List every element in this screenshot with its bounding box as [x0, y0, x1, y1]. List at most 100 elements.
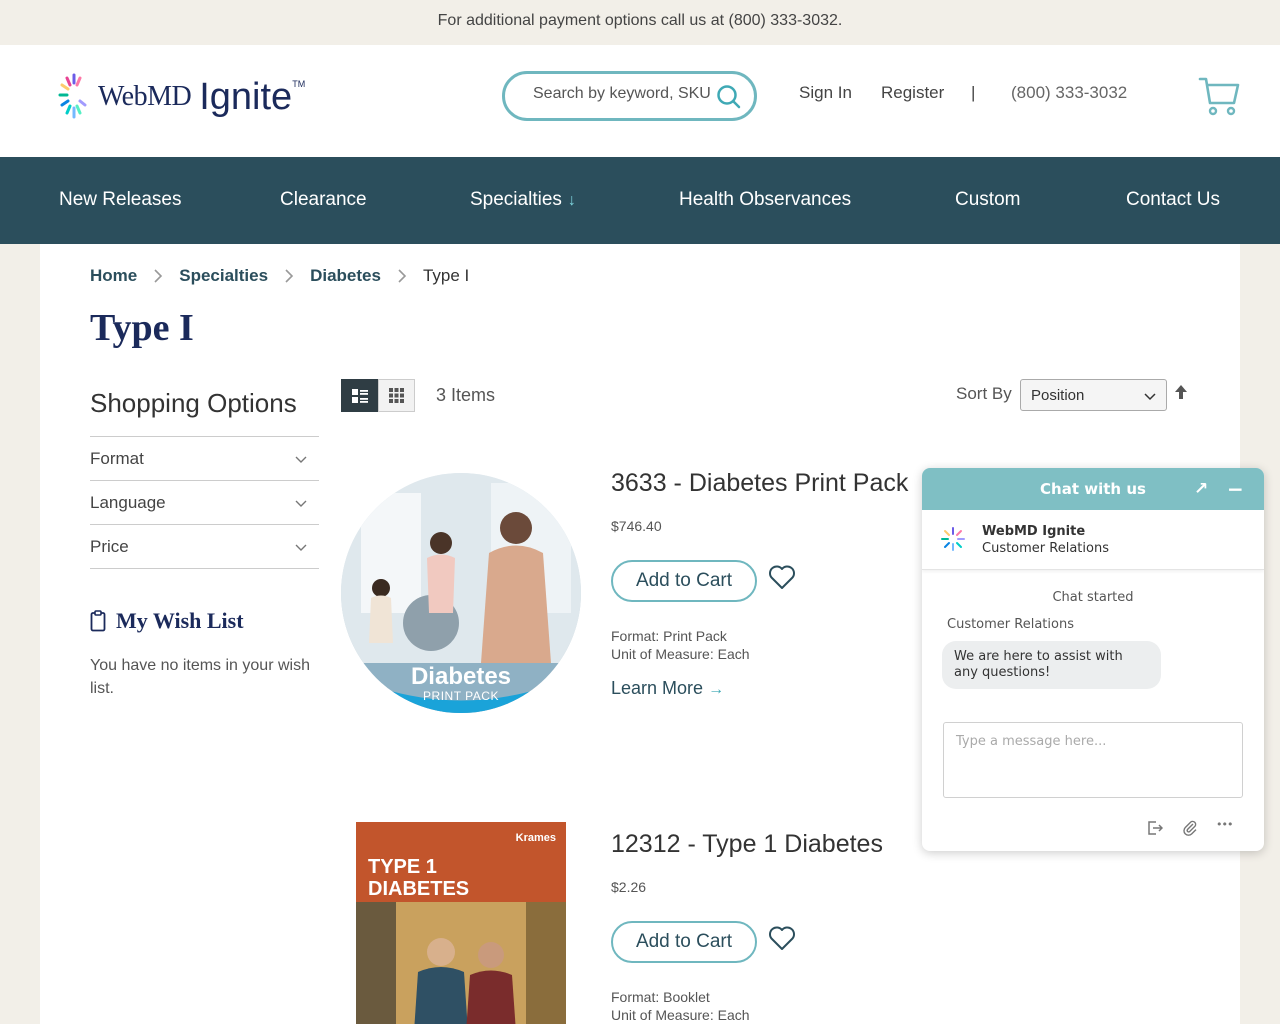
- product-title[interactable]: 3633 - Diabetes Print Pack: [611, 469, 908, 498]
- breadcrumb-home[interactable]: Home: [90, 266, 137, 286]
- cart-icon[interactable]: [1198, 75, 1240, 117]
- main-navigation: New Releases Clearance Specialties ↓ Heal…: [0, 157, 1280, 244]
- chevron-right-icon: [154, 269, 163, 283]
- webmd-ignite-logo[interactable]: WebMD Ignite TM: [58, 71, 305, 123]
- attachment-icon[interactable]: [1182, 820, 1198, 836]
- grid-view-button[interactable]: [378, 379, 415, 412]
- header-divider: |: [971, 83, 976, 102]
- nav-new-releases[interactable]: New Releases: [59, 189, 182, 211]
- search-input[interactable]: [533, 85, 719, 103]
- chat-agent-info: WebMD Ignite Customer Relations: [922, 510, 1264, 570]
- product-image-type-1-diabetes[interactable]: Krames TYPE 1 DIABETES: [356, 822, 566, 1024]
- filter-price[interactable]: Price: [90, 525, 319, 569]
- product-image-diabetes-print-pack[interactable]: Diabetes PRINT PACK: [341, 473, 581, 713]
- header-phone-link[interactable]: (800) 333-3032: [1011, 83, 1127, 103]
- list-view-button[interactable]: [341, 379, 378, 412]
- shopping-options-title: Shopping Options: [90, 388, 297, 418]
- product-format: Format: Booklet: [611, 989, 710, 1005]
- sort-select-value: Position: [1031, 387, 1085, 404]
- nav-specialties[interactable]: Specialties ↓: [470, 189, 576, 211]
- product-format: Format: Print Pack: [611, 628, 727, 644]
- chat-message-input[interactable]: [943, 722, 1243, 798]
- wishlist-empty-text: You have no items in your wish list.: [90, 657, 310, 697]
- expand-icon[interactable]: ↗: [1194, 468, 1208, 510]
- image-cover-title-line1: TYPE 1: [368, 856, 437, 878]
- agent-name: WebMD Ignite: [982, 524, 1086, 539]
- wishlist-title: My Wish List: [90, 608, 244, 634]
- arrow-right-icon: →: [708, 681, 725, 698]
- nav-custom[interactable]: Custom: [955, 189, 1020, 211]
- page-title: Type I: [90, 307, 194, 349]
- breadcrumb-specialties[interactable]: Specialties: [179, 266, 268, 286]
- chevron-down-icon: [295, 456, 307, 463]
- learn-more-link[interactable]: Learn More →: [611, 678, 724, 699]
- search-box: [502, 71, 757, 121]
- sign-in-link[interactable]: Sign In: [799, 83, 852, 103]
- product-price: $746.40: [611, 518, 662, 534]
- list-view-icon: [351, 388, 368, 403]
- arrow-up-icon[interactable]: [1174, 384, 1188, 400]
- product-meta: Format: Print Pack Unit of Measure: Each: [611, 627, 750, 663]
- filter-label: Price: [90, 536, 129, 556]
- nav-contact-us[interactable]: Contact Us: [1126, 189, 1220, 211]
- sort-by-label: Sort By: [956, 384, 1012, 403]
- product-title[interactable]: 12312 - Type 1 Diabetes: [611, 830, 883, 859]
- agent-avatar-icon: [941, 527, 965, 551]
- end-chat-icon[interactable]: [1147, 820, 1163, 836]
- register-link[interactable]: Register: [881, 83, 944, 103]
- filter-format[interactable]: Format: [90, 437, 319, 481]
- logo-ignite-text: Ignite: [199, 75, 293, 118]
- logo-tm: TM: [292, 79, 306, 89]
- learn-more-label: Learn More: [611, 678, 704, 698]
- agent-role: Customer Relations: [982, 541, 1109, 556]
- filter-language[interactable]: Language: [90, 481, 319, 525]
- heart-icon[interactable]: [768, 564, 796, 590]
- minimize-icon[interactable]: −: [1227, 468, 1244, 510]
- announcement-bar: For additional payment options call us a…: [0, 0, 1280, 45]
- site-header: WebMD Ignite TM Sign In Register | (800)…: [0, 45, 1280, 157]
- logo-webmd-text: WebMD: [98, 81, 192, 112]
- product-unit: Unit of Measure: Each: [611, 646, 750, 662]
- chat-widget: Chat with us ↗ − WebMD Ignite Customer R…: [922, 468, 1264, 851]
- logo-burst-icon: [58, 73, 87, 119]
- chevron-down-icon: [295, 500, 307, 507]
- chat-title: Chat with us: [1040, 480, 1146, 498]
- breadcrumb: Home Specialties Diabetes Type I: [90, 266, 469, 286]
- add-to-cart-button[interactable]: Add to Cart: [611, 921, 757, 963]
- image-cover-title: TYPE 1 DIABETES: [368, 856, 469, 900]
- breadcrumb-diabetes[interactable]: Diabetes: [310, 266, 381, 286]
- announcement-text: For additional payment options call us a…: [437, 12, 843, 29]
- arrow-down-icon: ↓: [567, 192, 576, 209]
- chevron-right-icon: [398, 269, 407, 283]
- image-brand-text: Krames: [515, 832, 556, 844]
- filter-label: Format: [90, 448, 144, 468]
- chat-message-bubble: We are here to assist with any questions…: [942, 641, 1161, 689]
- chat-status: Chat started: [1052, 590, 1134, 605]
- filter-list: Format Language Price: [90, 436, 319, 569]
- heart-icon[interactable]: [768, 925, 796, 951]
- search-icon[interactable]: [716, 84, 742, 110]
- clipboard-icon: [90, 610, 106, 632]
- view-mode-toggle: [341, 379, 415, 412]
- breadcrumb-current: Type I: [422, 266, 470, 285]
- chat-message-sender: Customer Relations: [947, 617, 1074, 632]
- nav-specialties-label: Specialties: [470, 189, 562, 210]
- filter-label: Language: [90, 492, 166, 512]
- nav-health-observances[interactable]: Health Observances: [679, 189, 851, 211]
- wishlist-title-text: My Wish List: [116, 608, 244, 633]
- product-cover-illustration: [356, 822, 566, 1024]
- image-subtitle-text: PRINT PACK: [423, 689, 499, 703]
- sort-select[interactable]: Position: [1020, 379, 1167, 411]
- nav-clearance[interactable]: Clearance: [280, 189, 367, 211]
- product-unit: Unit of Measure: Each: [611, 1007, 750, 1023]
- item-count: 3 Items: [436, 385, 496, 405]
- image-title-text: Diabetes: [410, 663, 512, 690]
- chevron-right-icon: [285, 269, 294, 283]
- chat-header[interactable]: Chat with us ↗ −: [922, 468, 1264, 510]
- more-options-icon[interactable]: •••: [1216, 818, 1233, 831]
- grid-view-icon: [389, 388, 404, 403]
- product-meta: Format: Booklet Unit of Measure: Each: [611, 988, 750, 1024]
- image-cover-title-line2: DIABETES: [368, 878, 470, 900]
- add-to-cart-button[interactable]: Add to Cart: [611, 560, 757, 602]
- product-price: $2.26: [611, 879, 647, 895]
